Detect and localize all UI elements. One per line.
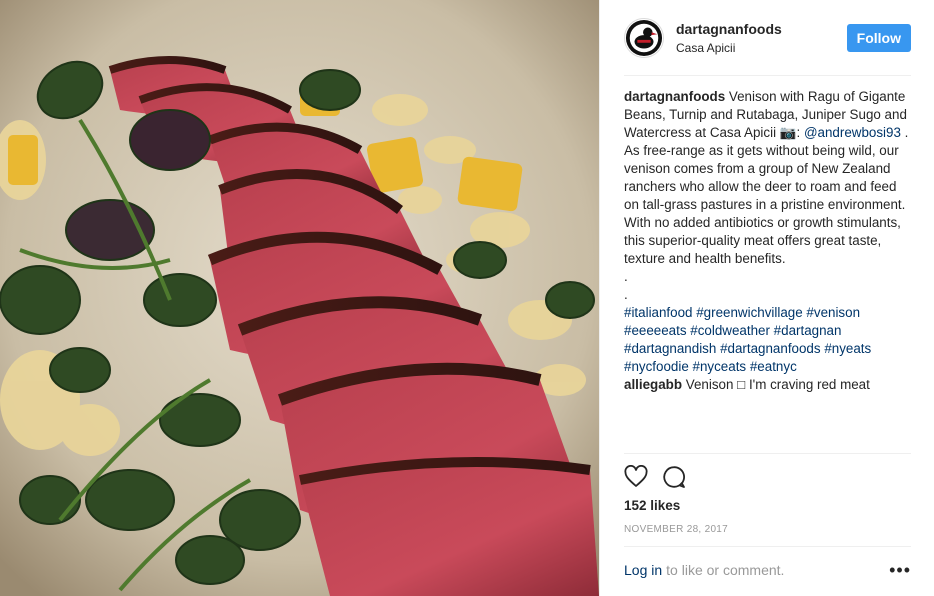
hashtag-link[interactable]: #eeeeeats <box>624 323 687 338</box>
login-row: Log in to like or comment. ••• <box>624 560 911 580</box>
hashtags: #italianfood #greenwichvillage #venison … <box>624 304 914 376</box>
caption-username[interactable]: dartagnanfoods <box>624 89 725 104</box>
divider <box>624 546 911 547</box>
caption-dot: . <box>624 287 628 302</box>
comment-icon[interactable] <box>662 465 686 489</box>
post-side-panel: dartagnanfoods Casa Apicii Follow dartag… <box>599 0 934 596</box>
camera-icon: 📷: <box>779 125 801 140</box>
hashtag-link[interactable]: #nycfoodie <box>624 359 689 374</box>
comment-text: Venison □ I'm craving red meat <box>685 377 870 392</box>
post-header: dartagnanfoods Casa Apicii Follow <box>624 14 911 62</box>
hashtag-link[interactable]: #dartagnanfoods <box>720 341 821 356</box>
comment-username[interactable]: alliegabb <box>624 377 682 392</box>
username[interactable]: dartagnanfoods <box>676 20 847 38</box>
caption: dartagnanfoods Venison with Ragu of Giga… <box>624 88 914 142</box>
comment: alliegabb Venison □ I'm craving red meat <box>624 376 914 394</box>
hashtag-link[interactable]: #dartagnandish <box>624 341 716 356</box>
caption-area: dartagnanfoods Venison with Ragu of Giga… <box>624 88 914 394</box>
header-text: dartagnanfoods Casa Apicii <box>676 20 847 56</box>
avatar[interactable] <box>624 18 664 58</box>
hashtag-link[interactable]: #dartagnan <box>774 323 842 338</box>
duck-logo-icon <box>625 19 663 57</box>
follow-button[interactable]: Follow <box>846 24 911 52</box>
caption-body: As free-range as it gets without being w… <box>624 143 906 266</box>
hashtag-link[interactable]: #coldweather <box>690 323 770 338</box>
venison-dish-image <box>0 0 599 596</box>
login-prompt: to like or comment. <box>666 562 785 578</box>
action-bar <box>624 464 686 490</box>
credit-end: . <box>900 125 909 140</box>
hashtag-link[interactable]: #venison <box>806 305 860 320</box>
hashtag-link[interactable]: #greenwichvillage <box>696 305 802 320</box>
hashtag-link[interactable]: #nyceats <box>693 359 747 374</box>
location[interactable]: Casa Apicii <box>676 40 847 56</box>
hashtag-link[interactable]: #italianfood <box>624 305 693 320</box>
post-photo[interactable] <box>0 0 599 596</box>
caption-dot: . <box>624 269 628 284</box>
divider <box>624 75 911 76</box>
photo-credit-link[interactable]: @andrewbosi93 <box>804 125 901 140</box>
more-options-icon[interactable]: ••• <box>889 561 911 579</box>
post-date[interactable]: NOVEMBER 28, 2017 <box>624 524 728 535</box>
heart-icon[interactable] <box>624 464 648 489</box>
divider <box>624 453 911 454</box>
hashtag-link[interactable]: #eatnyc <box>750 359 797 374</box>
like-count[interactable]: 152 likes <box>624 498 680 513</box>
hashtag-link[interactable]: #nyeats <box>824 341 871 356</box>
login-link[interactable]: Log in <box>624 562 662 578</box>
